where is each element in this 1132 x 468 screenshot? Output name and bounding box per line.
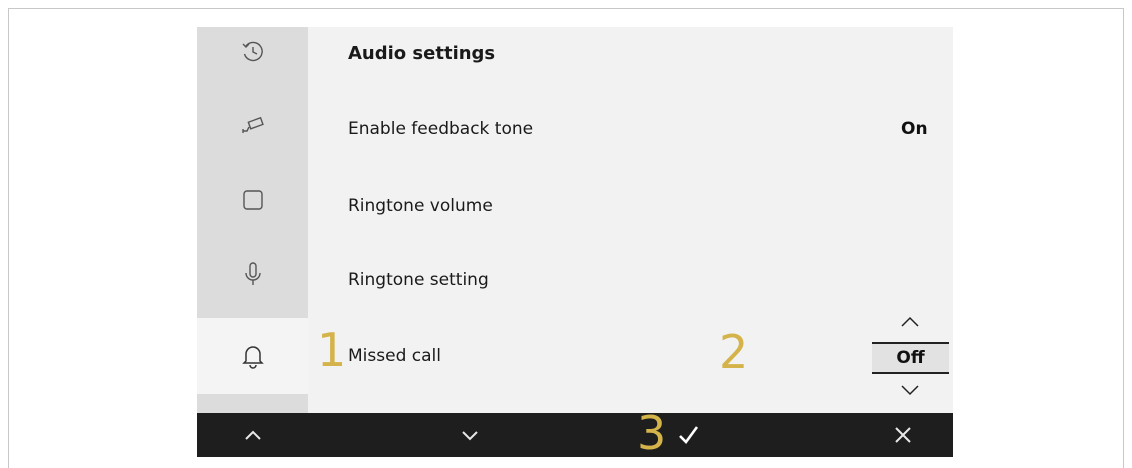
picker-down-icon[interactable] <box>895 382 925 398</box>
history-icon <box>242 41 263 62</box>
sidebar-item-audio[interactable] <box>197 318 308 394</box>
device-screen: Audio settings Enable feedback tone On R… <box>197 27 953 457</box>
sidebar-item-microphone[interactable] <box>197 237 308 311</box>
picker-value: Off <box>896 348 925 368</box>
confirm-check-icon <box>679 426 699 444</box>
up-icon <box>245 430 261 440</box>
bottom-bar <box>197 413 953 457</box>
setting-value-feedback-tone[interactable]: On <box>901 119 928 139</box>
setting-label-ringtone-volume[interactable]: Ringtone volume <box>348 196 493 216</box>
camera-icon <box>241 116 264 133</box>
setting-label-missed-call[interactable]: Missed call <box>348 346 441 366</box>
callout-3: 3 <box>637 406 667 457</box>
callout-2: 2 <box>719 325 749 379</box>
sidebar-item-camera[interactable] <box>197 89 308 163</box>
square-icon <box>242 190 263 210</box>
confirm-button[interactable] <box>658 413 718 457</box>
bell-icon <box>241 346 264 369</box>
setting-label-ringtone-setting[interactable]: Ringtone setting <box>348 270 489 290</box>
scroll-down-button[interactable] <box>440 413 500 457</box>
callout-1: 1 <box>317 323 347 377</box>
close-icon <box>895 427 911 443</box>
missed-call-picker[interactable]: Off <box>872 342 949 374</box>
sidebar-item-history[interactable] <box>197 27 308 89</box>
sidebar <box>197 27 308 413</box>
down-icon <box>462 431 478 441</box>
setting-label-feedback-tone[interactable]: Enable feedback tone <box>348 119 533 139</box>
picker-up-icon[interactable] <box>895 314 925 330</box>
page-title: Audio settings <box>348 43 496 64</box>
scroll-up-button[interactable] <box>223 413 283 457</box>
microphone-icon <box>244 262 261 285</box>
sidebar-item-display[interactable] <box>197 163 308 237</box>
cancel-button[interactable] <box>873 413 933 457</box>
settings-content: Audio settings Enable feedback tone On R… <box>308 27 953 413</box>
